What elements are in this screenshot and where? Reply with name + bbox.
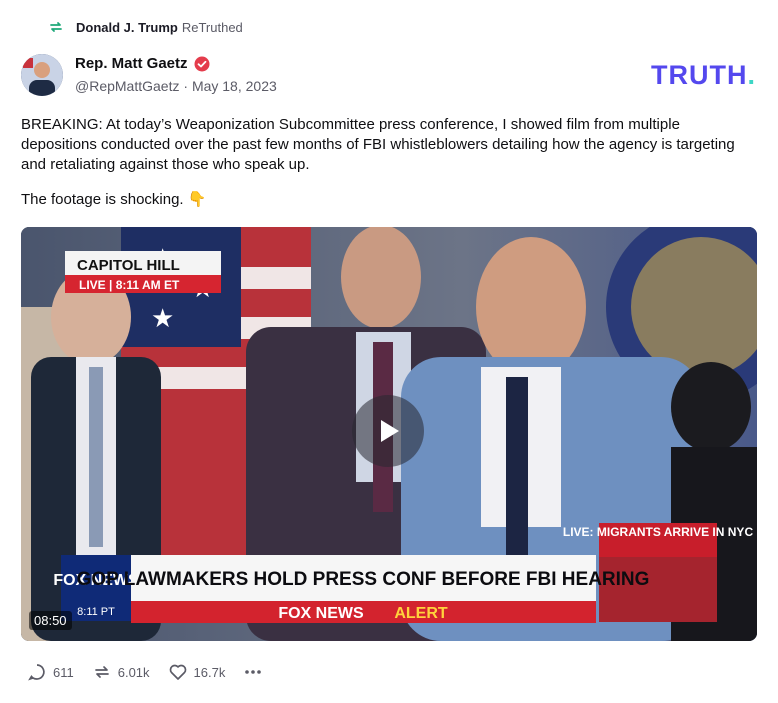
- video-duration: 08:50: [29, 611, 72, 630]
- video-player[interactable]: ★ ★ ★ CAPITOL HILL LIVE | 8:11 AM ET LIV…: [21, 227, 757, 641]
- alert-prefix: FOX NEWS: [278, 605, 364, 622]
- author-meta: @RepMattGaetz · May 18, 2023: [75, 78, 277, 94]
- chyron-location: CAPITOL HILL: [77, 257, 180, 274]
- reply-count: 611: [53, 664, 74, 680]
- more-options-button[interactable]: [243, 662, 263, 682]
- heart-icon: [169, 664, 186, 680]
- retruth-header: Donald J. Trump ReTruthed: [48, 19, 243, 35]
- truth-logo[interactable]: TRUTH.: [651, 60, 756, 91]
- svg-text:★: ★: [151, 303, 174, 333]
- retruth-icon: [50, 22, 62, 32]
- video-headline: GOP LAWMAKERS HOLD PRESS CONF BEFORE FBI…: [77, 569, 650, 590]
- like-button[interactable]: 16.7k: [168, 662, 226, 682]
- alert-word: ALERT: [394, 605, 448, 622]
- fox-logo-time: 8:11 PT: [77, 606, 115, 618]
- retruth-action: ReTruthed: [181, 19, 243, 35]
- reply-button[interactable]: 611: [27, 662, 74, 682]
- post-paragraph: The footage is shocking. 👇: [21, 191, 207, 208]
- play-button[interactable]: [352, 395, 424, 467]
- play-icon: [381, 420, 399, 442]
- retruth-count: 6.01k: [117, 664, 150, 680]
- author-row: Rep. Matt Gaetz: [75, 55, 210, 72]
- retruth-user[interactable]: Donald J. Trump: [76, 20, 178, 35]
- author-name[interactable]: Rep. Matt Gaetz: [75, 55, 188, 72]
- reply-icon: [28, 664, 45, 681]
- verified-badge-icon: [194, 56, 210, 71]
- avatar[interactable]: [21, 54, 63, 96]
- like-count: 16.7k: [193, 664, 226, 680]
- retruth-button[interactable]: 6.01k: [92, 662, 150, 682]
- retruth-action-icon: [94, 666, 109, 678]
- more-dots-icon: [245, 670, 262, 674]
- side-label: LIVE: MIGRANTS ARRIVE IN NYC: [563, 525, 754, 539]
- post-date[interactable]: May 18, 2023: [192, 78, 277, 94]
- post-paragraph: BREAKING: At today’s Weaponization Subco…: [21, 116, 735, 173]
- author-handle[interactable]: @RepMattGaetz: [75, 78, 179, 94]
- chyron-live-time: LIVE | 8:11 AM ET: [79, 278, 180, 292]
- action-bar: 611 6.01k 16.7k: [27, 662, 263, 682]
- post-body: BREAKING: At today’s Weaponization Subco…: [21, 115, 751, 225]
